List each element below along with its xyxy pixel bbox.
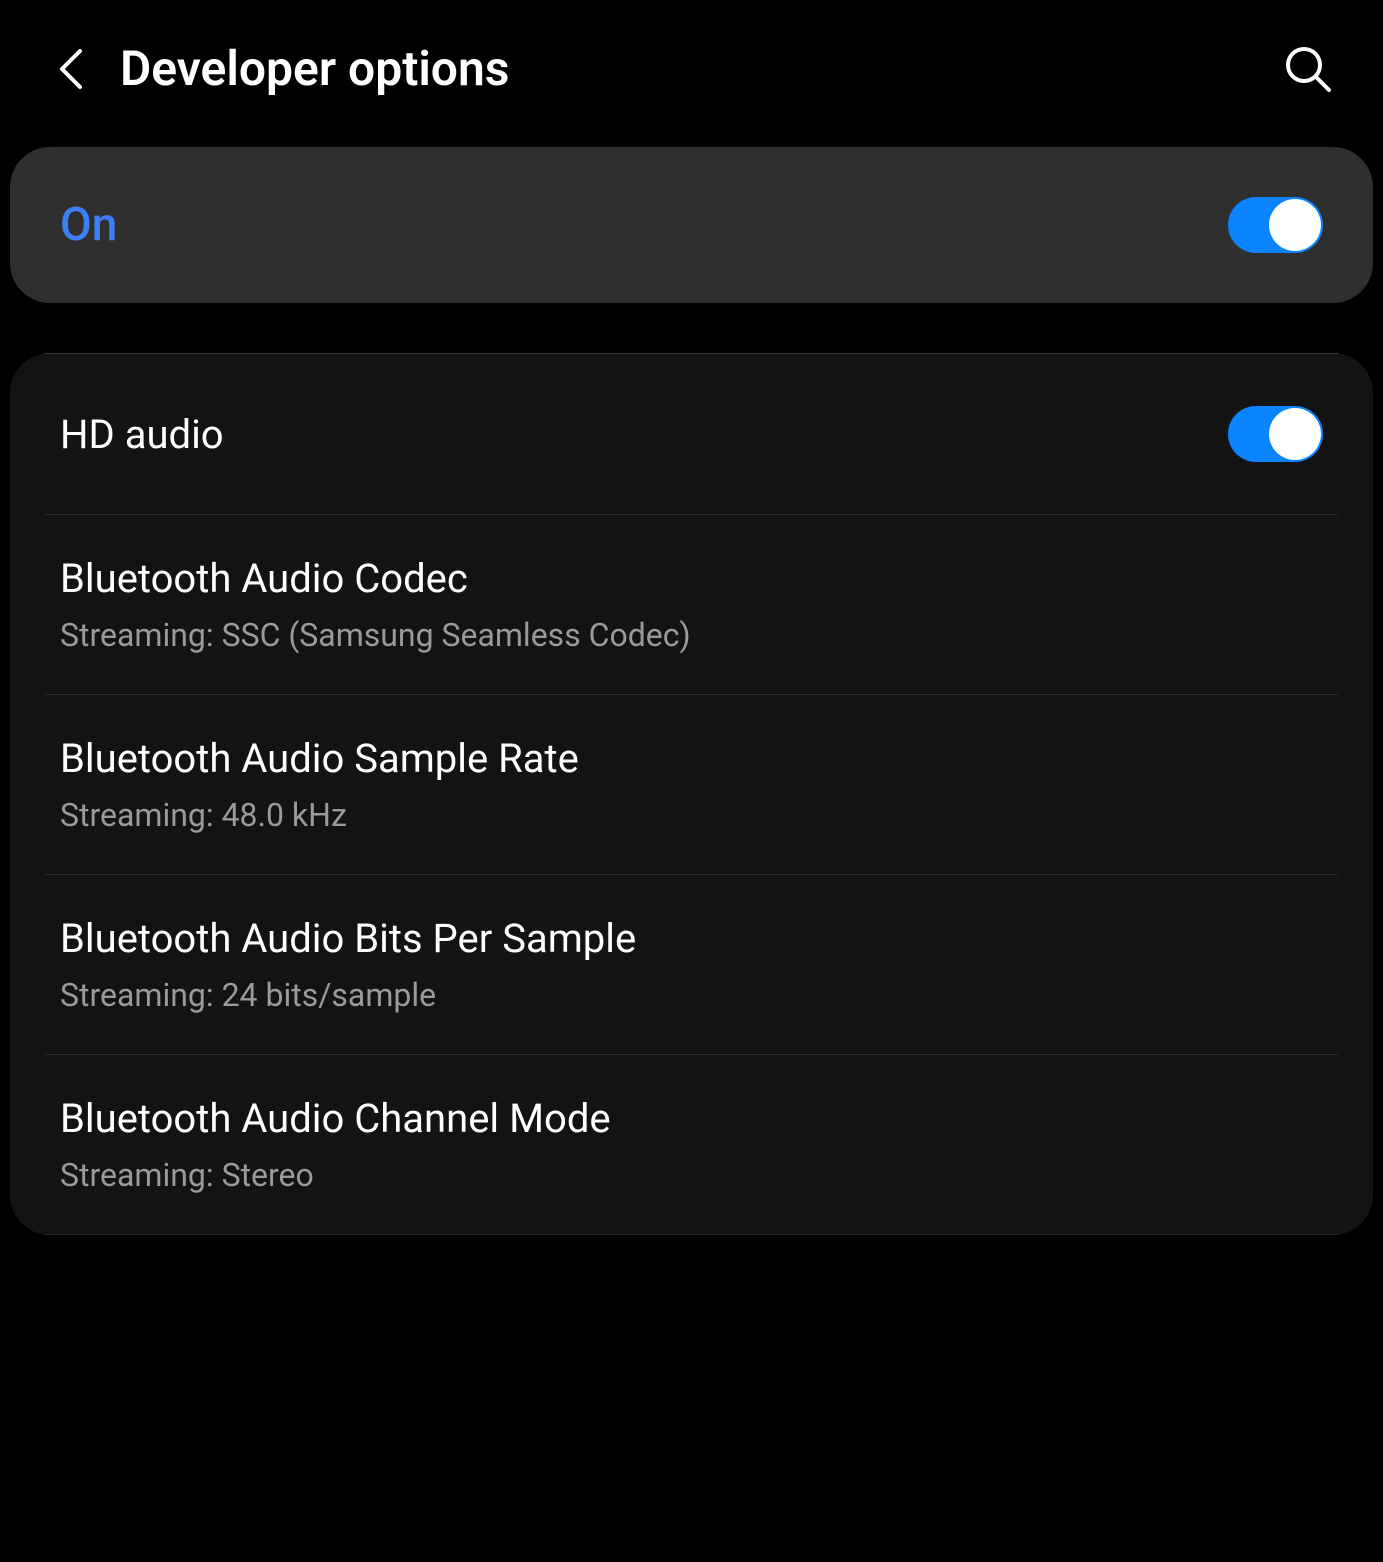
master-toggle[interactable]	[1228, 197, 1323, 253]
setting-title: HD audio	[60, 411, 1228, 458]
setting-title: Bluetooth Audio Sample Rate	[60, 735, 1323, 782]
toggle-thumb	[1269, 199, 1321, 251]
setting-content: HD audio	[60, 411, 1228, 458]
setting-title: Bluetooth Audio Channel Mode	[60, 1095, 1323, 1142]
toggle-thumb	[1269, 408, 1321, 460]
search-icon[interactable]	[1283, 44, 1333, 94]
settings-card: HD audio Bluetooth Audio Codec Streaming…	[10, 353, 1373, 1235]
setting-content: Bluetooth Audio Bits Per Sample Streamin…	[60, 915, 1323, 1014]
setting-bluetooth-codec[interactable]: Bluetooth Audio Codec Streaming: SSC (Sa…	[10, 515, 1373, 694]
back-icon[interactable]	[50, 49, 90, 89]
page-title: Developer options	[120, 40, 1253, 97]
divider	[45, 1234, 1338, 1235]
master-toggle-label: On	[60, 198, 117, 252]
setting-title: Bluetooth Audio Codec	[60, 555, 1323, 602]
setting-bluetooth-channel-mode[interactable]: Bluetooth Audio Channel Mode Streaming: …	[10, 1055, 1373, 1234]
setting-subtitle: Streaming: 48.0 kHz	[60, 796, 1323, 834]
setting-bluetooth-sample-rate[interactable]: Bluetooth Audio Sample Rate Streaming: 4…	[10, 695, 1373, 874]
setting-subtitle: Streaming: SSC (Samsung Seamless Codec)	[60, 616, 1323, 654]
setting-hd-audio[interactable]: HD audio	[10, 354, 1373, 514]
setting-content: Bluetooth Audio Codec Streaming: SSC (Sa…	[60, 555, 1323, 654]
master-toggle-card[interactable]: On	[10, 147, 1373, 303]
setting-title: Bluetooth Audio Bits Per Sample	[60, 915, 1323, 962]
setting-bluetooth-bits-per-sample[interactable]: Bluetooth Audio Bits Per Sample Streamin…	[10, 875, 1373, 1054]
hd-audio-toggle[interactable]	[1228, 406, 1323, 462]
header: Developer options	[0, 0, 1383, 147]
setting-content: Bluetooth Audio Channel Mode Streaming: …	[60, 1095, 1323, 1194]
setting-subtitle: Streaming: Stereo	[60, 1156, 1323, 1194]
setting-content: Bluetooth Audio Sample Rate Streaming: 4…	[60, 735, 1323, 834]
setting-subtitle: Streaming: 24 bits/sample	[60, 976, 1323, 1014]
